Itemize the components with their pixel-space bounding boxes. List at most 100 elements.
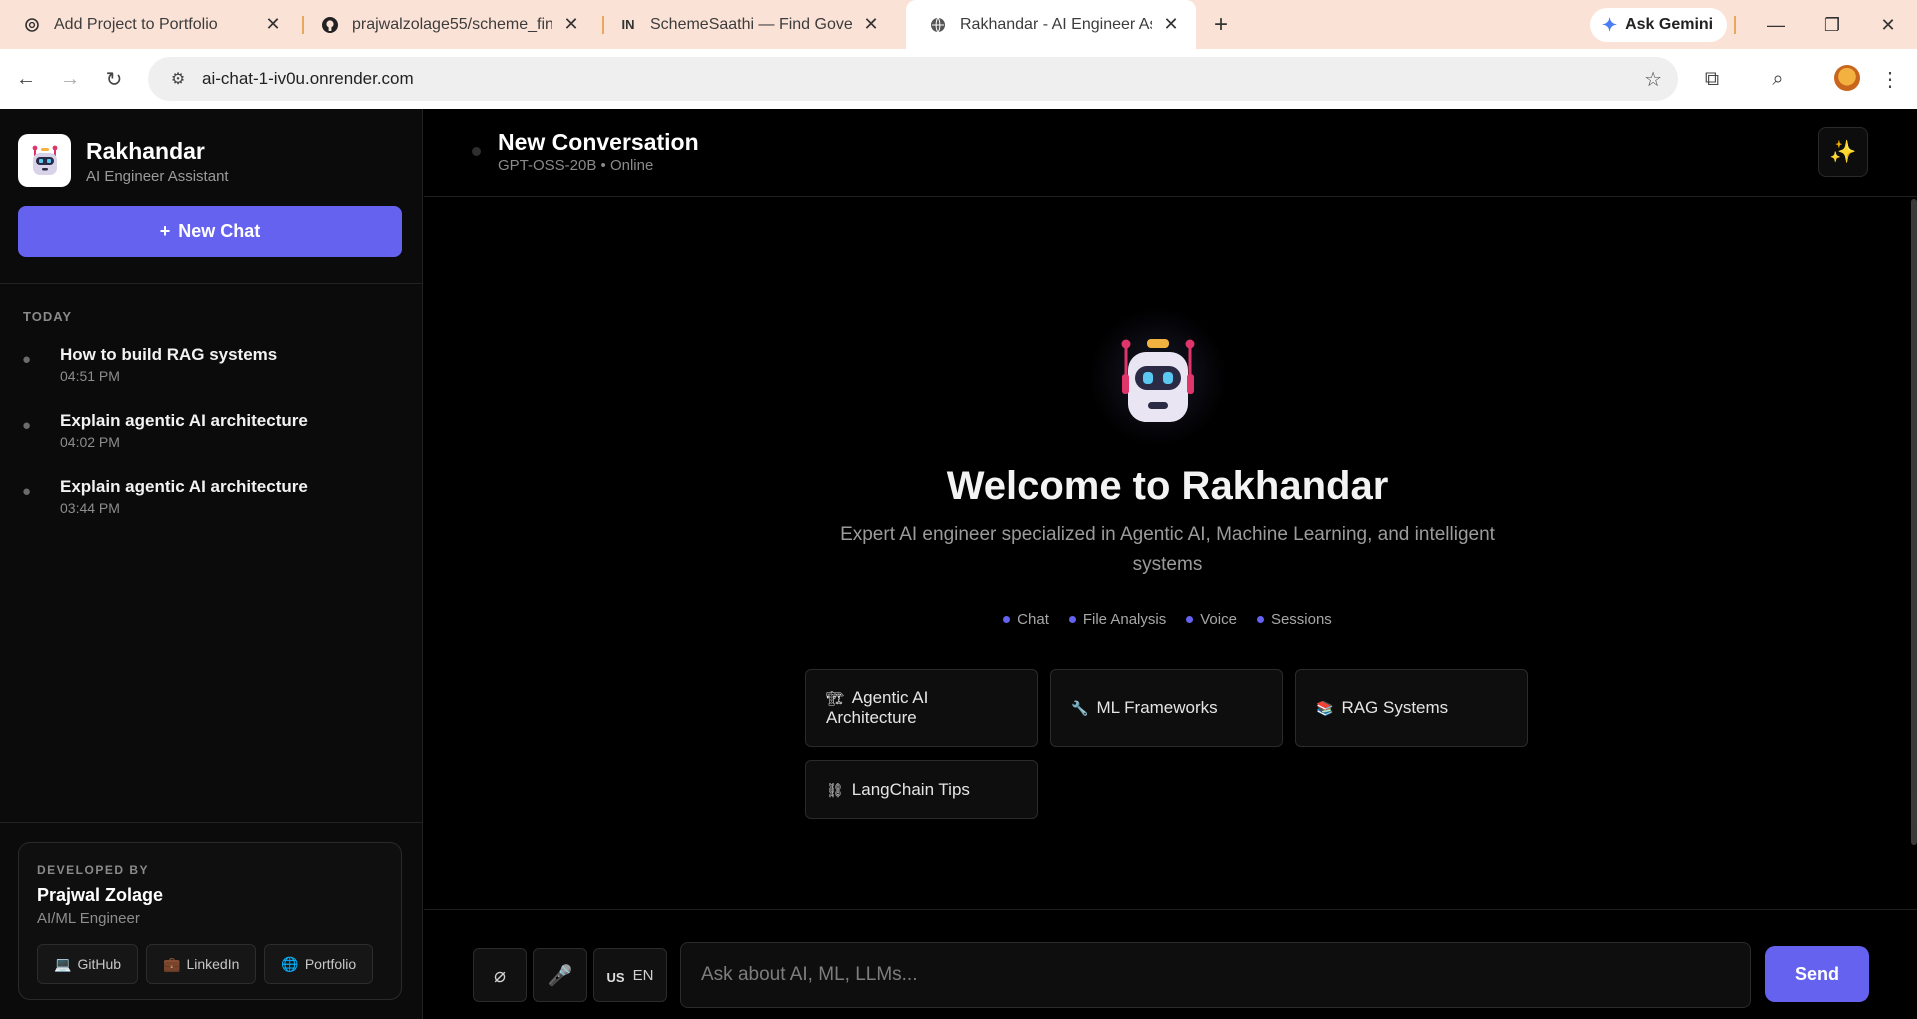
- minimize-icon[interactable]: —: [1756, 8, 1796, 42]
- send-button[interactable]: Send: [1765, 946, 1869, 1002]
- feature-sessions: Sessions: [1256, 611, 1332, 628]
- feature-label: File Analysis: [1082, 611, 1167, 628]
- bullet-dot: [1186, 616, 1194, 623]
- browser-tab[interactable]: prajwalzolage55/scheme_finder ✕: [298, 0, 596, 49]
- history-item[interactable]: ● Explain agentic AI architecture 04:02 …: [22, 411, 412, 477]
- tab-title: SchemeSaathi — Find Governm: [650, 15, 852, 33]
- history-section-label: TODAY: [23, 309, 73, 324]
- brand: Rakhandar AI Engineer Assistant: [18, 134, 229, 187]
- new-chat-button[interactable]: + New Chat: [18, 206, 402, 257]
- tab-title: Add Project to Portfolio: [54, 15, 218, 33]
- globe-icon: [928, 15, 948, 35]
- history-item[interactable]: ● How to build RAG systems 04:51 PM: [22, 345, 412, 411]
- suggestion-langchain-tips[interactable]: ⛓ LangChain Tips: [805, 760, 1038, 819]
- forward-arrow-icon[interactable]: →: [54, 63, 86, 95]
- sparkles-button[interactable]: ✨: [1818, 127, 1868, 177]
- welcome-title: Welcome to Rakhandar: [946, 464, 1389, 508]
- bullet-dot: [1256, 616, 1264, 623]
- voice-input-button[interactable]: 🎤: [533, 948, 587, 1002]
- ask-gemini-button[interactable]: ✦ Ask Gemini: [1590, 8, 1728, 42]
- plus-icon: +: [159, 221, 171, 241]
- divider: [0, 822, 423, 823]
- feature-voice: Voice: [1186, 611, 1237, 628]
- site-settings-icon[interactable]: ⚙: [160, 69, 196, 89]
- history-item-title: Explain agentic AI architecture: [60, 477, 308, 496]
- github-link[interactable]: 💻 GitHub: [37, 944, 139, 984]
- bookmark-star-icon[interactable]: ☆: [1644, 67, 1662, 92]
- suggestion-label: ML Frameworks: [1096, 698, 1218, 717]
- chat-bubble-icon: ●: [22, 417, 32, 434]
- status-dot: [472, 147, 481, 156]
- portfolio-link[interactable]: 🌐 Portfolio: [264, 944, 374, 984]
- close-window-icon[interactable]: ✕: [1868, 8, 1908, 42]
- history-item[interactable]: ● Explain agentic AI architecture 03:44 …: [22, 477, 412, 543]
- tab-title: prajwalzolage55/scheme_finder: [352, 15, 552, 33]
- language-selector[interactable]: US EN: [593, 948, 667, 1002]
- books-icon: 📚: [1316, 700, 1334, 716]
- restore-icon[interactable]: ❐: [1812, 8, 1852, 42]
- feature-label: Sessions: [1270, 611, 1332, 628]
- profile-avatar[interactable]: [1834, 65, 1860, 91]
- construction-icon: 🏗: [826, 690, 844, 706]
- conversation-header: New Conversation GPT-OSS-20B • Online ✨: [424, 109, 1917, 197]
- suggestion-agentic-ai[interactable]: 🏗 Agentic AI Architecture: [805, 669, 1038, 747]
- tab-search-icon[interactable]: ⌕: [1762, 63, 1794, 95]
- microphone-icon: 🎤: [547, 964, 573, 987]
- brand-name: Rakhandar: [86, 137, 205, 164]
- github-link-label: GitHub: [77, 956, 122, 972]
- developer-card: DEVELOPED BY Prajwal Zolage AI/ML Engine…: [18, 842, 402, 1000]
- us-flag-icon: US: [606, 969, 625, 985]
- welcome-tagline: Expert AI engineer specialized in Agenti…: [840, 524, 1495, 575]
- close-icon[interactable]: ✕: [262, 14, 284, 36]
- close-icon[interactable]: ✕: [560, 14, 582, 36]
- divider: [0, 283, 423, 284]
- chat-input[interactable]: [680, 942, 1751, 1008]
- address-bar[interactable]: ⚙ ai-chat-1-iv0u.onrender.com ☆: [148, 57, 1678, 101]
- globe-icon: 🌐: [281, 955, 299, 972]
- chain-icon: ⛓: [826, 781, 844, 798]
- new-chat-label: New Chat: [178, 221, 261, 241]
- developer-name: Prajwal Zolage: [37, 885, 164, 905]
- suggestion-rag-systems[interactable]: 📚 RAG Systems: [1295, 669, 1528, 747]
- history-item-time: 04:51 PM: [60, 368, 120, 384]
- main-panel: New Conversation GPT-OSS-20B • Online ✨ …: [424, 109, 1917, 1019]
- feature-list: Chat File Analysis Voice Sessions: [424, 611, 1911, 628]
- scrollbar[interactable]: [1911, 199, 1917, 845]
- history-item-title: How to build RAG systems: [60, 345, 278, 364]
- bullet-dot: [1003, 616, 1011, 623]
- ask-gemini-label: Ask Gemini: [1625, 16, 1714, 33]
- bullet-dot: [1068, 616, 1076, 623]
- reload-icon[interactable]: ↻: [98, 63, 130, 95]
- openai-icon: [22, 15, 42, 35]
- close-icon[interactable]: ✕: [860, 14, 882, 36]
- feature-chat: Chat: [1003, 611, 1049, 628]
- chat-history-list: ● How to build RAG systems 04:51 PM ● Ex…: [22, 345, 412, 543]
- github-icon: [320, 15, 340, 35]
- browser-toolbar: ← → ↻ ⚙ ai-chat-1-iv0u.onrender.com ☆ ⧉ …: [0, 49, 1917, 109]
- brand-subtitle: AI Engineer Assistant: [86, 167, 229, 185]
- feature-label: Voice: [1200, 611, 1237, 628]
- new-tab-button[interactable]: +: [1206, 10, 1236, 40]
- browser-tab[interactable]: IN SchemeSaathi — Find Governm ✕: [596, 0, 896, 49]
- tab-favicon: IN: [621, 17, 635, 32]
- attach-file-button[interactable]: ⌀: [473, 948, 527, 1002]
- wrench-icon: 🔧: [1071, 700, 1089, 716]
- back-arrow-icon[interactable]: ←: [10, 63, 42, 95]
- history-item-title: Explain agentic AI architecture: [60, 411, 308, 430]
- chat-bubble-icon: ●: [22, 483, 32, 500]
- browser-tab-active[interactable]: Rakhandar - AI Engineer Assista ✕: [906, 0, 1196, 49]
- close-icon[interactable]: ✕: [1160, 14, 1182, 36]
- browser-tab[interactable]: Add Project to Portfolio ✕: [0, 0, 298, 49]
- developer-label: DEVELOPED BY: [37, 863, 150, 877]
- portfolio-link-label: Portfolio: [304, 956, 357, 972]
- developer-role: AI/ML Engineer: [37, 910, 140, 927]
- suggestion-ml-frameworks[interactable]: 🔧 ML Frameworks: [1050, 669, 1283, 747]
- feature-label: Chat: [1017, 611, 1049, 628]
- browser-tab-bar: Add Project to Portfolio ✕ prajwalzolage…: [0, 0, 1917, 49]
- menu-kebab-icon[interactable]: ⋮: [1874, 63, 1906, 95]
- composer: ⌀ 🎤 US EN Send: [424, 909, 1917, 1019]
- extensions-icon[interactable]: ⧉: [1696, 63, 1728, 95]
- linkedin-link[interactable]: 💼 LinkedIn: [146, 944, 257, 984]
- model-status: GPT-OSS-20B • Online: [498, 157, 654, 174]
- chat-bubble-icon: ●: [22, 351, 32, 368]
